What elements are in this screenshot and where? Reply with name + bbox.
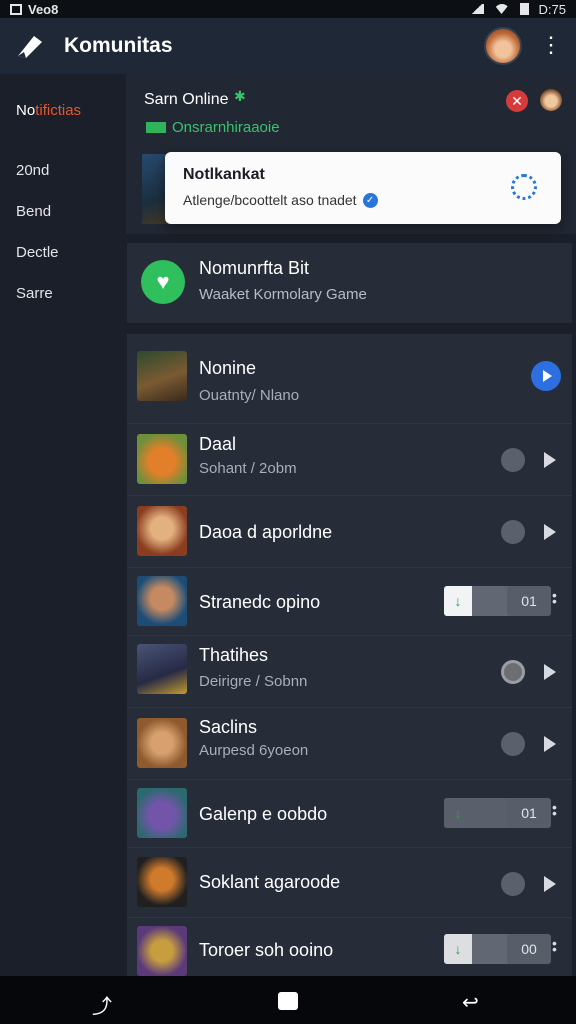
chevron-right-icon[interactable] bbox=[544, 736, 556, 752]
chevron-right-icon[interactable] bbox=[544, 664, 556, 680]
toast-message-text: Atlenge/bcoottelt aso tnadet bbox=[183, 192, 357, 208]
status-time: D:75 bbox=[538, 1, 566, 17]
list-item[interactable]: Nonine Ouatnty/ Nlano bbox=[127, 334, 572, 424]
status-circle-icon bbox=[501, 520, 525, 544]
bot-subtitle: Waaket Kormolary Game bbox=[199, 286, 367, 303]
toast-title: Notlkankat bbox=[183, 166, 265, 183]
sidebar-item-label: No bbox=[16, 102, 36, 119]
more-vert-icon[interactable]: ⋮ bbox=[540, 34, 562, 57]
game-avatar bbox=[137, 644, 187, 694]
signal-icon bbox=[469, 4, 484, 14]
app-bar: Komunitas ⋮ bbox=[0, 18, 576, 74]
list-item[interactable]: Toroer soh ooino ↓ 00 • • bbox=[127, 918, 572, 976]
loading-spinner-icon bbox=[511, 174, 537, 200]
online-name: Sarn Online bbox=[144, 91, 229, 108]
game-name: Galenp e oobdo bbox=[199, 804, 328, 824]
user-avatar[interactable] bbox=[484, 27, 522, 65]
sidebar-item-notifications[interactable]: Notifictias bbox=[16, 102, 81, 119]
status-icon bbox=[146, 122, 166, 133]
wifi-icon bbox=[493, 4, 510, 14]
more-vert-icon[interactable]: • • bbox=[552, 588, 557, 608]
page-title: Komunitas bbox=[64, 34, 173, 57]
recent-apps-icon[interactable]: ⤴ bbox=[92, 990, 112, 1019]
game-sub: Sohant / 2obm bbox=[199, 460, 297, 477]
game-name: Daal bbox=[199, 434, 237, 454]
game-name: Nonine bbox=[199, 358, 257, 378]
chevron-right-icon[interactable] bbox=[544, 876, 556, 892]
game-sub: Ouatnty/ Nlano bbox=[199, 387, 300, 404]
notification-icon bbox=[10, 3, 22, 15]
sidebar-item-4[interactable]: Dectle bbox=[16, 244, 59, 261]
sidebar-item-label-accent: tifictias bbox=[35, 102, 82, 119]
download-icon: ↓ bbox=[444, 798, 472, 828]
status-circle-icon bbox=[501, 448, 525, 472]
more-vert-icon[interactable]: • • bbox=[552, 800, 557, 820]
verified-icon: ✓ bbox=[362, 192, 378, 208]
download-icon: ↓ bbox=[444, 586, 472, 616]
list-item[interactable]: Saclins Aurpesd 6yoeon bbox=[127, 708, 572, 780]
online-status-text: Onsrarnhiraaoie bbox=[172, 119, 280, 136]
counter-badge[interactable]: 01 bbox=[507, 798, 551, 828]
game-avatar bbox=[137, 718, 187, 768]
game-avatar bbox=[137, 926, 187, 976]
game-name: Toroer soh ooino bbox=[199, 940, 334, 960]
sidebar-item-2[interactable]: 20nd bbox=[16, 162, 49, 179]
status-circle-icon bbox=[501, 732, 525, 756]
counter-badge[interactable]: 00 bbox=[507, 934, 551, 964]
toast-message: Atlenge/bcoottelt aso tnadet ✓ bbox=[183, 192, 378, 208]
game-avatar bbox=[137, 434, 187, 484]
online-status: Onsrarnhiraaoie bbox=[146, 119, 280, 136]
game-avatar bbox=[137, 857, 187, 907]
game-name: Soklant agaroode bbox=[199, 872, 341, 892]
game-avatar bbox=[137, 506, 187, 556]
chevron-right-icon[interactable] bbox=[544, 524, 556, 540]
play-icon[interactable] bbox=[531, 361, 561, 391]
chevron-right-icon[interactable] bbox=[544, 452, 556, 468]
status-circle-icon bbox=[501, 872, 525, 896]
list-item[interactable]: Soklant agaroode bbox=[127, 848, 572, 918]
close-icon[interactable]: ✕ bbox=[506, 90, 528, 112]
list-item[interactable]: Daal Sohant / 2obm bbox=[127, 424, 572, 496]
chat-bot-icon: ♥ bbox=[141, 260, 185, 304]
status-left-text: Veo8 bbox=[28, 1, 59, 17]
bot-name: Nomunrfta Bit bbox=[199, 258, 310, 278]
game-name: Saclins bbox=[199, 717, 258, 737]
battery-icon bbox=[519, 3, 529, 15]
back-icon[interactable]: ↩ bbox=[462, 990, 479, 1015]
more-vert-icon[interactable]: • • bbox=[552, 936, 557, 956]
game-avatar bbox=[137, 351, 187, 401]
counter-badge[interactable]: 01 bbox=[507, 586, 551, 616]
game-avatar bbox=[137, 788, 187, 838]
system-nav-bar: ⤴ ↩ bbox=[0, 976, 576, 1024]
list-item[interactable]: Galenp e oobdo ↓ 01 • • bbox=[127, 780, 572, 848]
online-star-icon: ✱ bbox=[234, 88, 246, 104]
notification-toast[interactable]: Notlkankat Atlenge/bcoottelt aso tnadet … bbox=[165, 152, 561, 224]
game-name: Stranedc opino bbox=[199, 592, 321, 612]
game-name: Thatihes bbox=[199, 645, 269, 665]
game-sub: Deirigre / Sobnn bbox=[199, 673, 308, 690]
download-icon: ↓ bbox=[444, 934, 472, 964]
game-list: Nonine Ouatnty/ Nlano Daal Sohant / 2obm… bbox=[127, 334, 572, 976]
game-avatar bbox=[137, 576, 187, 626]
sidebar-item-5[interactable]: Sarre bbox=[16, 285, 53, 302]
bot-card[interactable]: ♥ Nomunrfta Bit Waaket Kormolary Game bbox=[127, 243, 572, 323]
sidebar-item-3[interactable]: Bend bbox=[16, 203, 51, 220]
pencil-icon bbox=[18, 36, 42, 58]
game-sub: Aurpesd 6yoeon bbox=[199, 742, 309, 759]
gold-coin-icon bbox=[501, 660, 525, 684]
sidebar: Notifictias 20nd Bend Dectle Sarre bbox=[0, 74, 126, 976]
home-icon[interactable] bbox=[278, 992, 298, 1010]
list-item[interactable]: Stranedc opino ↓ 01 • • bbox=[127, 568, 572, 636]
game-name: Daoa d aporldne bbox=[199, 522, 333, 542]
list-item[interactable]: Daoa d aporldne bbox=[127, 496, 572, 568]
status-bar: Veo8 D:75 bbox=[0, 0, 576, 18]
list-item[interactable]: Thatihes Deirigre / Sobnn bbox=[127, 636, 572, 708]
mini-avatar[interactable] bbox=[540, 89, 562, 111]
